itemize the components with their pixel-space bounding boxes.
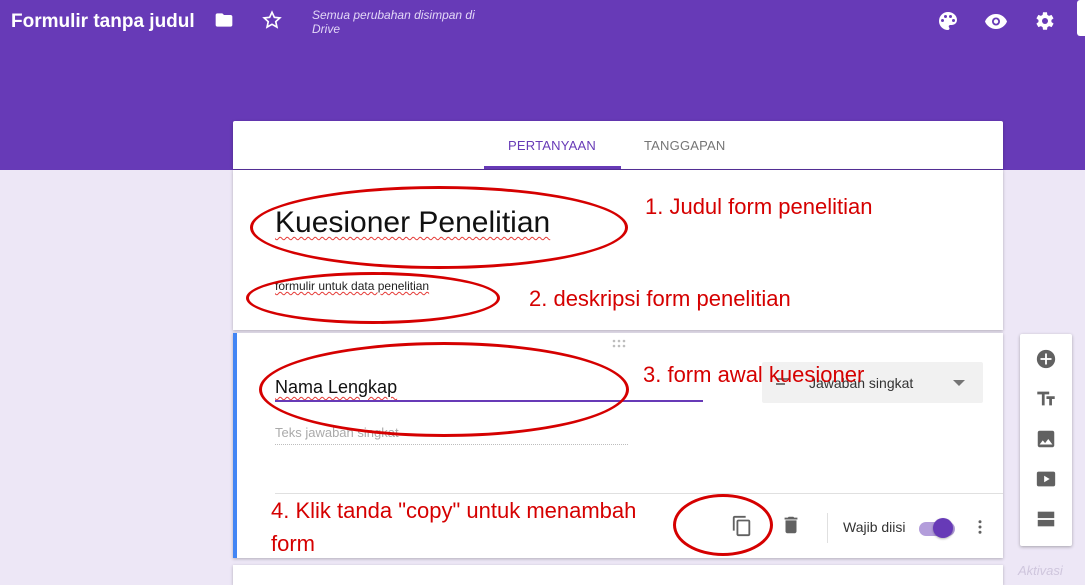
annotation-2: 2. deskripsi form penelitian [529, 286, 791, 311]
annotation-4-line1: 4. Klik tanda "copy" untuk menambah [271, 498, 637, 523]
annotation-4-line2: form [271, 531, 315, 556]
footer-separator [827, 513, 828, 543]
answer-placeholder-line [275, 444, 628, 445]
more-vert-icon[interactable] [971, 516, 989, 538]
required-label: Wajib diisi [843, 519, 906, 535]
delete-icon[interactable] [780, 514, 802, 536]
annotation-ellipse-description [246, 272, 500, 324]
star-icon[interactable] [261, 9, 283, 31]
section-icon[interactable] [1035, 508, 1057, 530]
image-icon[interactable] [1035, 428, 1057, 450]
save-status: Semua perubahan disimpan di Drive [312, 8, 475, 36]
title-text-icon[interactable] [1035, 388, 1057, 410]
tab-responses[interactable]: TANGGAPAN [644, 138, 726, 153]
folder-icon[interactable] [213, 10, 235, 30]
video-icon[interactable] [1035, 468, 1057, 490]
annotation-3: 3. form awal kuesioner [643, 362, 865, 387]
edge-strip [1077, 0, 1085, 36]
eye-icon[interactable] [983, 9, 1009, 33]
annotation-ellipse-copy [673, 494, 773, 556]
add-question-icon[interactable] [1035, 348, 1057, 370]
corner-faint-text: Aktivasi [1018, 563, 1063, 578]
palette-icon[interactable] [936, 9, 960, 33]
annotation-1: 1. Judul form penelitian [645, 194, 873, 219]
tab-questions[interactable]: PERTANYAAN [508, 138, 596, 153]
question-footer-divider [275, 493, 1003, 494]
active-tab-indicator [484, 166, 621, 169]
annotation-ellipse-question [259, 342, 629, 437]
required-toggle-knob[interactable] [933, 518, 953, 538]
drag-handle-icon[interactable] [611, 339, 629, 349]
form-doc-title[interactable]: Formulir tanpa judul [11, 11, 195, 33]
annotation-ellipse-title [250, 186, 628, 269]
tabs-bar: PERTANYAAN TANGGAPAN [233, 121, 1003, 169]
gear-icon[interactable] [1032, 9, 1056, 33]
next-card-stub [233, 565, 1003, 585]
chevron-down-icon [953, 380, 965, 386]
side-toolbar [1020, 334, 1072, 546]
